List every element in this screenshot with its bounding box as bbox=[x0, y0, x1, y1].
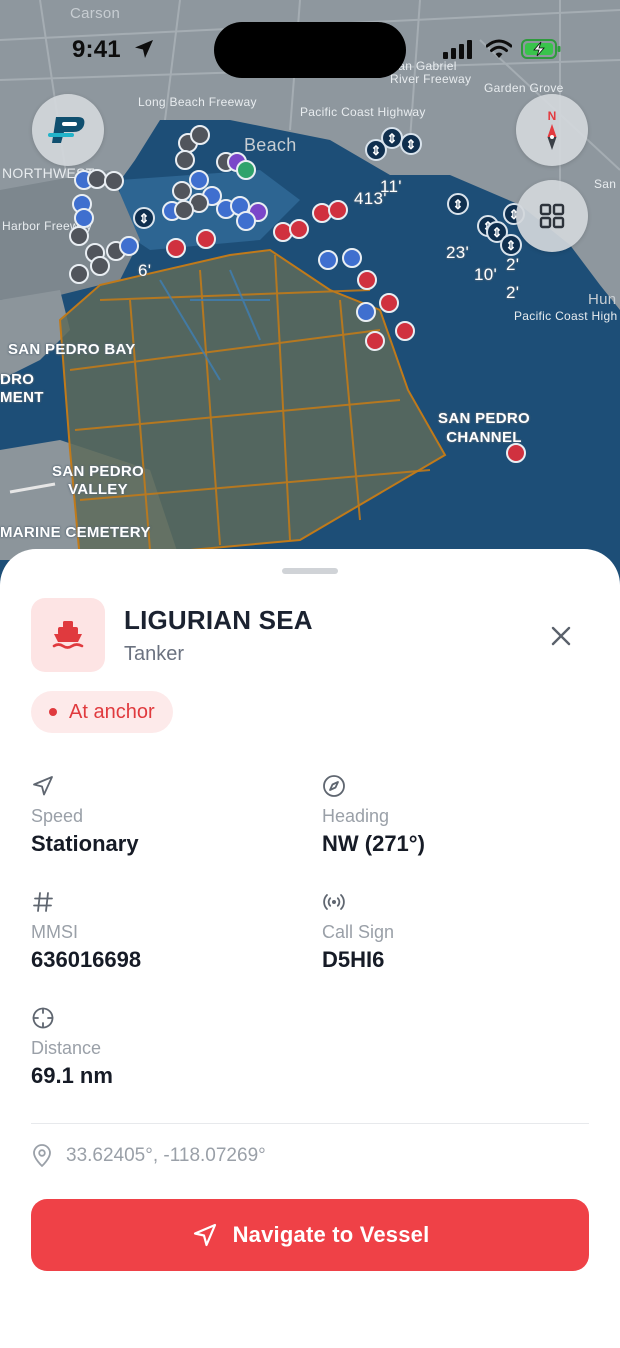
vessel-marker[interactable] bbox=[289, 219, 309, 239]
buoy-icon[interactable]: ⇕ bbox=[447, 193, 469, 215]
map-label-san: San bbox=[594, 177, 617, 191]
vessel-marker[interactable] bbox=[365, 331, 385, 351]
status-dot bbox=[49, 708, 57, 716]
distance-value: 69.1 nm bbox=[31, 1063, 113, 1088]
logo-icon bbox=[48, 117, 85, 143]
vessel-marker[interactable] bbox=[190, 125, 210, 145]
map-label-san-pedro-channel: SAN PEDRO CHANNEL bbox=[438, 410, 530, 446]
navigate-to-vessel-button[interactable]: Navigate to Vessel bbox=[31, 1199, 589, 1271]
map-label-beach: Beach bbox=[244, 135, 297, 155]
buoy-icon[interactable]: ⇕ bbox=[400, 133, 422, 155]
map-pin-icon bbox=[33, 1144, 51, 1167]
depth-label: 11' bbox=[380, 177, 402, 196]
vessel-marker[interactable] bbox=[166, 238, 186, 258]
depth-label: 23' bbox=[446, 243, 470, 262]
map-label-pacific-coast-highway: Pacific Coast Highway bbox=[300, 105, 426, 119]
grid-icon bbox=[539, 203, 565, 229]
depth-label: 2' bbox=[506, 255, 520, 274]
vessel-marker[interactable] bbox=[119, 236, 139, 256]
vessel-marker[interactable] bbox=[506, 443, 526, 463]
vessel-marker[interactable] bbox=[379, 293, 399, 313]
coordinates-row: 33.62405°, -118.07269° bbox=[31, 1144, 266, 1168]
battery-icon bbox=[521, 39, 561, 59]
vessel-marker[interactable] bbox=[90, 256, 110, 276]
signal-icon bbox=[443, 40, 472, 59]
vessel-marker[interactable] bbox=[236, 160, 256, 180]
map-label-long-beach-freeway: Long Beach Freeway bbox=[138, 95, 257, 109]
navigate-label: Navigate to Vessel bbox=[232, 1222, 430, 1247]
navigation-arrow-icon bbox=[193, 1223, 216, 1247]
heading-label: Heading bbox=[322, 806, 390, 826]
vessel-marker[interactable] bbox=[357, 270, 377, 290]
hash-icon bbox=[33, 892, 53, 912]
vessel-type-badge bbox=[31, 598, 105, 672]
status-label: At anchor bbox=[69, 700, 155, 723]
vessel-marker[interactable] bbox=[74, 208, 94, 228]
depth-label: 6' bbox=[138, 261, 152, 280]
map-label-carson: Carson bbox=[70, 5, 121, 22]
vessel-marker[interactable] bbox=[104, 171, 124, 191]
call-sign-value: D5HI6 bbox=[322, 947, 385, 972]
speed-value: Stationary bbox=[31, 831, 139, 856]
layers-button[interactable] bbox=[516, 180, 588, 252]
compass-icon: N bbox=[547, 109, 557, 150]
ship-icon bbox=[52, 621, 84, 649]
call-sign-label: Call Sign bbox=[322, 922, 395, 942]
map-label-hun: Hun bbox=[588, 291, 617, 308]
vessel-marker[interactable] bbox=[236, 211, 256, 231]
map-label-san-gabriel-river-freeway: San Gabriel River Freeway bbox=[390, 59, 472, 87]
sheet-grabber[interactable] bbox=[282, 568, 338, 574]
divider bbox=[31, 1123, 589, 1124]
svg-text:N: N bbox=[548, 109, 557, 123]
app-logo-button[interactable] bbox=[32, 94, 104, 166]
compass-button[interactable]: N bbox=[516, 94, 588, 166]
vessel-marker[interactable] bbox=[69, 264, 89, 284]
speed-label: Speed bbox=[31, 806, 84, 826]
map-label-san-pedro-bay: SAN PEDRO BAY bbox=[8, 341, 136, 358]
depth-label: 10' bbox=[474, 265, 498, 284]
distance-label: Distance bbox=[31, 1038, 102, 1058]
depth-label: 2' bbox=[506, 283, 520, 302]
vessel-type: Tanker bbox=[124, 643, 185, 665]
vessel-marker[interactable] bbox=[174, 200, 194, 220]
vessel-marker[interactable] bbox=[196, 229, 216, 249]
vessel-marker[interactable] bbox=[318, 250, 338, 270]
vessel-marker[interactable] bbox=[395, 321, 415, 341]
location-arrow-icon bbox=[135, 40, 153, 58]
status-time: 9:41 bbox=[72, 36, 121, 63]
status-badge: At anchor bbox=[31, 691, 173, 733]
navigation-arrow-icon bbox=[33, 776, 53, 796]
vessel-name: LIGURIAN SEA bbox=[124, 605, 313, 635]
vessel-marker[interactable] bbox=[342, 248, 362, 268]
vessel-detail-sheet: LIGURIAN SEA Tanker At anchor Speed Stat… bbox=[0, 549, 620, 1348]
map-label-marine-cemetery: MARINE CEMETERY bbox=[0, 524, 151, 541]
radio-broadcast-icon bbox=[323, 894, 345, 910]
compass-icon bbox=[323, 775, 345, 797]
buoy-icon[interactable]: ⇕ bbox=[500, 234, 522, 256]
mmsi-value: 636016698 bbox=[31, 947, 142, 972]
wifi-icon bbox=[486, 39, 512, 58]
mmsi-label: MMSI bbox=[31, 922, 78, 942]
vessel-marker[interactable] bbox=[328, 200, 348, 220]
map-label-pacific-coast-highway-2: Pacific Coast High bbox=[514, 309, 618, 323]
map-label-ment: MENT bbox=[0, 389, 44, 406]
dynamic-island bbox=[214, 22, 406, 78]
vessel-marker[interactable] bbox=[69, 226, 89, 246]
status-icons bbox=[443, 38, 561, 60]
vessel-marker[interactable] bbox=[356, 302, 376, 322]
buoy-icon[interactable]: ⇕ bbox=[133, 207, 155, 229]
map-label-garden-grove: Garden Grove bbox=[484, 81, 564, 95]
heading-value: NW (271°) bbox=[322, 831, 425, 856]
coordinates-text: 33.62405°, -118.07269° bbox=[66, 1145, 266, 1166]
crosshair-icon bbox=[32, 1007, 54, 1029]
close-icon bbox=[551, 626, 571, 646]
map-view[interactable]: Carson Long Beach Freeway Pacific Coast … bbox=[0, 0, 620, 600]
map-label-san-pedro-valley: SAN PEDRO VALLEY bbox=[52, 463, 144, 498]
close-button[interactable] bbox=[546, 621, 576, 651]
map-label-dro: DRO bbox=[0, 371, 35, 388]
vessel-marker[interactable] bbox=[175, 150, 195, 170]
